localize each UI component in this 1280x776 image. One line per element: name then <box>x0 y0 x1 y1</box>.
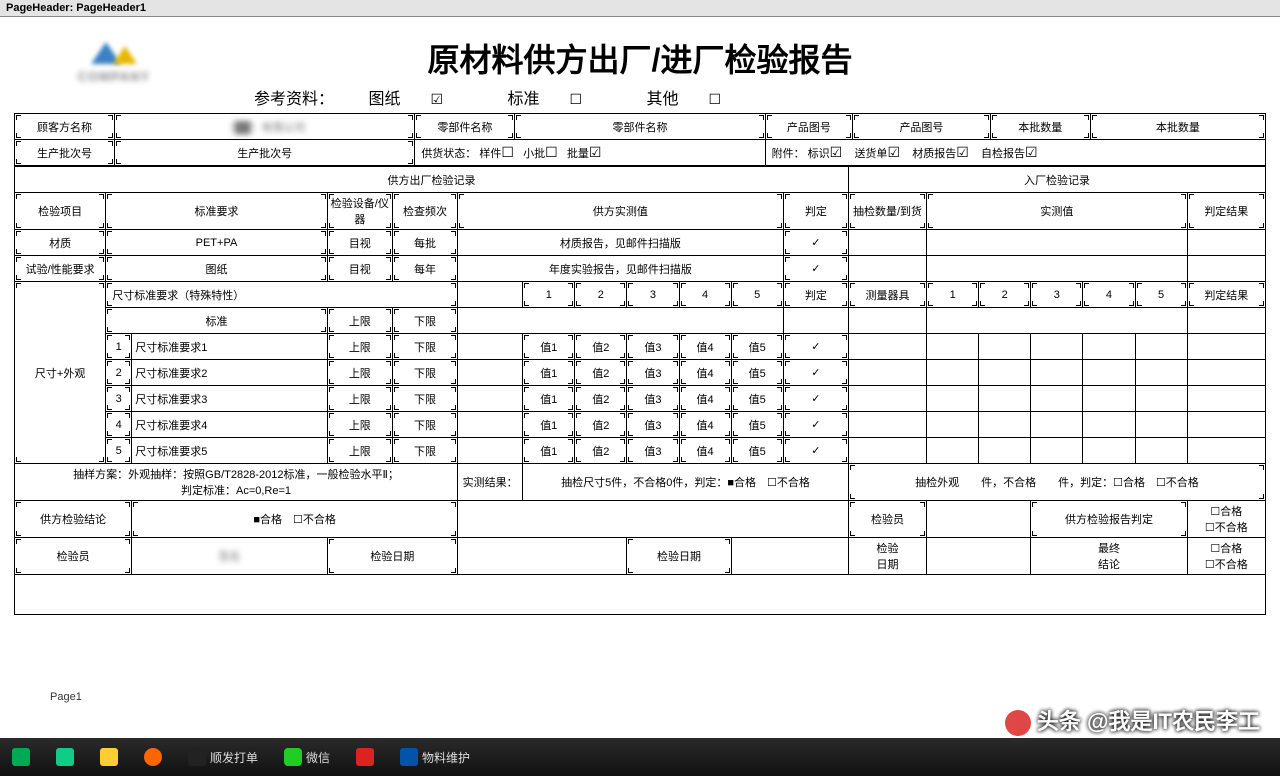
dim-row: 4 尺寸标准要求4 上限 下限 值1 值2 值3 值4 值5 ✓ <box>15 412 1266 438</box>
taskbar-app-wps[interactable] <box>350 744 380 770</box>
taskbar-app-shunfa[interactable]: 顺发打单 <box>182 744 264 770</box>
report-canvas: COMPANY 原材料供方出厂/进厂检验报告 参考资料： 图纸 标准 其他 顾客… <box>0 17 1280 707</box>
dim-row: 2 尺寸标准要求2 上限 下限 值1 值2 值3 值4 值5 ✓ <box>15 360 1266 386</box>
taskbar-start[interactable] <box>6 744 36 770</box>
taskbar-app-material[interactable]: 物料维护 <box>394 744 476 770</box>
watermark: 头条 @我是IT农民李工 <box>1005 704 1260 736</box>
inspection-table: 供方出厂检验记录 入厂检验记录 检验项目 标准要求 检验设备/仪器 检查频次 供… <box>14 166 1266 615</box>
customer-label: 顾客方名称 <box>15 114 115 140</box>
reference-row: 参考资料： 图纸 标准 其他 <box>254 85 1266 109</box>
taskbar-browser[interactable] <box>50 744 80 770</box>
dim-row: 3 尺寸标准要求3 上限 下限 值1 值2 值3 值4 值5 ✓ <box>15 386 1266 412</box>
designer-page-label: Page1 <box>50 691 82 703</box>
taskbar[interactable]: 顺发打单 微信 物料维护 <box>0 738 1280 776</box>
taskbar-explorer[interactable] <box>94 744 124 770</box>
designer-section-header: PageHeader: PageHeader1 <box>0 0 1280 17</box>
taskbar-app[interactable] <box>138 744 168 770</box>
header-table: 顾客方名称 （██）有限公司 零部件名称 零部件名称 产品图号 产品图号 本批数… <box>14 113 1266 166</box>
company-logo: COMPANY <box>24 33 204 93</box>
taskbar-wechat[interactable]: 微信 <box>278 744 336 770</box>
dim-row: 5 尺寸标准要求5 上限 下限 值1 值2 值3 值4 值5 ✓ <box>15 438 1266 464</box>
dim-row: 1 尺寸标准要求1 上限 下限 值1 值2 值3 值4 值5 ✓ <box>15 334 1266 360</box>
